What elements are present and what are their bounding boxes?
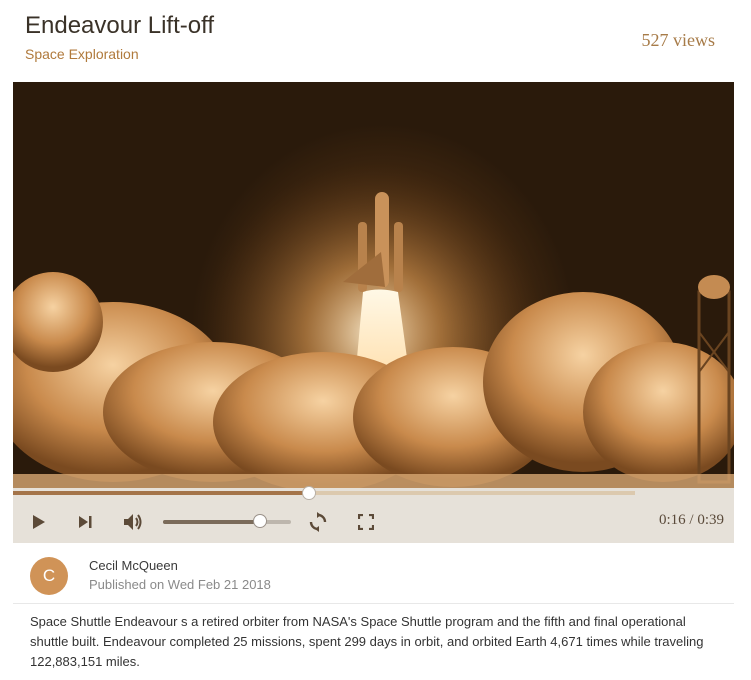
replay-button[interactable] xyxy=(306,510,330,534)
shuttle-launch-image xyxy=(13,82,734,488)
volume-slider[interactable] xyxy=(163,514,291,528)
fullscreen-button[interactable] xyxy=(354,510,378,534)
seek-bar[interactable] xyxy=(13,486,734,502)
time-display: 0:16 / 0:39 xyxy=(658,512,724,528)
fullscreen-icon xyxy=(358,514,374,530)
volume-button[interactable] xyxy=(121,510,145,534)
avatar[interactable]: C xyxy=(30,557,68,595)
volume-icon xyxy=(124,514,142,530)
view-count: 527 views xyxy=(641,30,716,50)
author-section: C Cecil McQueen Published on Wed Feb 21 … xyxy=(13,543,734,604)
video-frame[interactable] xyxy=(13,82,734,488)
author-name[interactable]: Cecil McQueen xyxy=(89,558,178,573)
skip-next-icon xyxy=(79,516,92,528)
skip-next-button[interactable] xyxy=(73,510,97,534)
seek-progress xyxy=(13,491,309,495)
video-category[interactable]: Space Exploration xyxy=(25,46,139,62)
video-title: Endeavour Lift-off xyxy=(25,12,215,39)
play-icon xyxy=(33,515,45,529)
volume-level xyxy=(163,520,261,524)
publish-date: Published on Wed Feb 21 2018 xyxy=(89,577,271,592)
volume-handle[interactable] xyxy=(253,514,268,528)
video-player[interactable]: 0:16 / 0:39 xyxy=(13,82,734,543)
control-bar: 0:16 / 0:39 xyxy=(13,502,734,543)
replay-icon xyxy=(309,512,327,532)
video-description: Space Shuttle Endeavour s a retired orbi… xyxy=(30,614,704,669)
play-button[interactable] xyxy=(27,510,51,534)
seek-handle[interactable] xyxy=(301,486,316,500)
